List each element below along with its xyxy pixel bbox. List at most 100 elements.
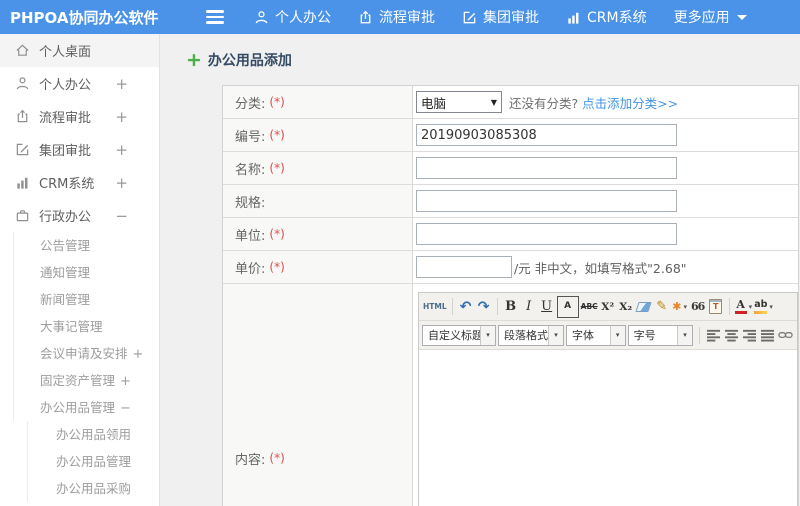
sidebar-item-notice-mgmt[interactable]: 通知管理 bbox=[14, 259, 159, 286]
strikethrough-button[interactable]: ABC bbox=[581, 297, 598, 317]
magic-icon: ✱ bbox=[672, 300, 682, 313]
expand-toggle[interactable]: + bbox=[115, 141, 128, 159]
superscript-button[interactable]: X² bbox=[600, 297, 616, 317]
form-row-code: 编号: (*) bbox=[223, 119, 798, 152]
bold-button[interactable]: B bbox=[503, 297, 519, 317]
name-input[interactable] bbox=[416, 157, 677, 179]
nav-label: CRM系统 bbox=[587, 10, 647, 26]
sidebar-item-personal-office[interactable]: 个人办公 + bbox=[0, 67, 159, 100]
nav-crm-system[interactable]: CRM系统 bbox=[566, 7, 647, 27]
insert-link-icon[interactable] bbox=[777, 325, 793, 345]
sidebar-item-label: 办公用品领用 bbox=[56, 427, 132, 442]
align-left-icon[interactable] bbox=[705, 325, 721, 345]
sidebar-item-meeting-mgmt[interactable]: 会议申请及安排 + bbox=[14, 340, 159, 367]
font-style-button[interactable]: A bbox=[556, 295, 579, 318]
content-value-cell: HTML ↶ ↷ B I U A ABC X² X₂ ✎ ✱ ▾ 66 T A … bbox=[413, 284, 798, 506]
price-input[interactable] bbox=[416, 256, 512, 278]
sidebar-item-label: 固定资产管理 bbox=[40, 373, 116, 388]
expand-toggle[interactable]: + bbox=[115, 108, 128, 126]
sidebar-item-group-approval[interactable]: 集团审批 + bbox=[0, 133, 159, 166]
font-family-select[interactable]: 字体 ▾ bbox=[566, 324, 626, 346]
caret-down-icon: ▾ bbox=[683, 302, 688, 311]
collapse-toggle[interactable]: − bbox=[115, 207, 128, 225]
form-row-price: 单价: (*) /元 非中文，如填写格式"2.68" bbox=[223, 251, 798, 284]
code-label: 编号: (*) bbox=[223, 119, 413, 151]
category-select[interactable]: 电脑 ▼ bbox=[416, 91, 502, 113]
sidebar-item-supplies-management[interactable]: 办公用品管理 bbox=[28, 448, 159, 475]
sidebar-menu: 个人桌面 个人办公 + 流程审批 + 集团审批 + CRM系统 + 行政办公 − bbox=[0, 34, 159, 232]
sidebar-item-fixed-assets-mgmt[interactable]: 固定资产管理 + bbox=[14, 367, 159, 394]
spec-input[interactable] bbox=[416, 190, 677, 212]
sidebar-item-supplies-requisition[interactable]: 办公用品领用 bbox=[28, 421, 159, 448]
nav-group-approval[interactable]: 集团审批 bbox=[462, 7, 539, 27]
code-input[interactable] bbox=[416, 124, 677, 146]
sidebar-item-crm[interactable]: CRM系统 + bbox=[0, 166, 159, 199]
sidebar-item-announcement-mgmt[interactable]: 公告管理 bbox=[14, 232, 159, 259]
align-right-icon[interactable] bbox=[741, 325, 757, 345]
category-label: 分类: (*) bbox=[223, 86, 413, 118]
sidebar-item-label: 办公用品管理 bbox=[56, 454, 132, 469]
collapse-toggle[interactable]: − bbox=[120, 401, 131, 416]
sidebar-item-memorabilia-mgmt[interactable]: 大事记管理 bbox=[14, 313, 159, 340]
editor-toolbar-row1: HTML ↶ ↷ B I U A ABC X² X₂ ✎ ✱ ▾ 66 T A … bbox=[419, 293, 797, 321]
form-row-content: 内容: (*) HTML ↶ ↷ B I U A ABC X² X₂ ✎ ✱ ▾… bbox=[223, 284, 798, 506]
undo-icon[interactable]: ↶ bbox=[458, 297, 474, 317]
top-navigation: 个人办公 流程审批 集团审批 CRM系统 更多应用 bbox=[254, 7, 774, 27]
expand-toggle[interactable]: + bbox=[133, 347, 144, 362]
expand-toggle[interactable]: + bbox=[120, 374, 131, 389]
briefcase-icon bbox=[14, 208, 31, 223]
redo-icon[interactable]: ↷ bbox=[476, 297, 492, 317]
sidebar-item-news-mgmt[interactable]: 新闻管理 bbox=[14, 286, 159, 313]
dropdown-label: 段落格式 bbox=[504, 329, 548, 342]
price-label: 单价: (*) bbox=[223, 251, 413, 283]
toolbar-separator bbox=[728, 298, 730, 315]
sidebar-item-desktop[interactable]: 个人桌面 bbox=[0, 34, 159, 67]
font-color-button[interactable]: A ▾ bbox=[734, 297, 752, 317]
remove-format-button[interactable] bbox=[635, 297, 652, 317]
editor-content-area[interactable] bbox=[419, 350, 797, 506]
source-code-button[interactable]: HTML bbox=[423, 297, 447, 317]
paragraph-format-select[interactable]: 段落格式 ▾ bbox=[498, 324, 564, 346]
paste-as-text-button[interactable]: T bbox=[708, 297, 724, 317]
expand-toggle[interactable]: + bbox=[115, 75, 128, 93]
nav-personal-office[interactable]: 个人办公 bbox=[254, 7, 331, 27]
office-supplies-submenu: 办公用品领用 办公用品管理 办公用品采购 bbox=[27, 421, 159, 502]
toolbar-separator bbox=[496, 298, 498, 315]
toolbar-separator bbox=[451, 298, 453, 315]
format-brush-icon[interactable]: ✎ bbox=[654, 297, 670, 317]
font-size-select[interactable]: 字号 ▾ bbox=[627, 324, 694, 346]
nav-more-apps[interactable]: 更多应用 bbox=[674, 7, 747, 27]
unit-input[interactable] bbox=[416, 223, 677, 245]
expand-toggle[interactable]: + bbox=[115, 174, 128, 192]
sidebar-item-supplies-purchase[interactable]: 办公用品采购 bbox=[28, 475, 159, 502]
app-window: PHPOA协同办公软件 个人办公 流程审批 集团审批 CRM系统 更多应用 个人… bbox=[0, 0, 800, 506]
label-text: 内容: bbox=[235, 452, 266, 468]
nav-label: 集团审批 bbox=[483, 10, 539, 26]
form-row-spec: 规格: bbox=[223, 185, 798, 218]
toolbar-separator bbox=[699, 326, 700, 344]
label-text: 分类: bbox=[235, 96, 266, 112]
category-value-cell: 电脑 ▼ 还没有分类? 点击添加分类>> bbox=[413, 86, 798, 118]
sidebar-item-label: 行政办公 bbox=[39, 210, 92, 225]
blockquote-button[interactable]: 66 bbox=[690, 297, 706, 317]
underline-button[interactable]: U bbox=[539, 297, 555, 317]
custom-heading-select[interactable]: 自定义标题 ▾ bbox=[422, 324, 496, 346]
italic-button[interactable]: I bbox=[521, 297, 537, 317]
clipboard-icon: T bbox=[709, 299, 723, 314]
sidebar-item-workflow-approval[interactable]: 流程审批 + bbox=[0, 100, 159, 133]
add-category-link[interactable]: 点击添加分类>> bbox=[582, 93, 678, 112]
align-center-icon[interactable] bbox=[723, 325, 739, 345]
nav-workflow-approval[interactable]: 流程审批 bbox=[358, 7, 435, 27]
spec-label: 规格: bbox=[223, 185, 413, 217]
auto-typeset-button[interactable]: ✱ ▾ bbox=[672, 297, 688, 317]
label-text: 规格: bbox=[235, 195, 266, 211]
sidebar-item-office-supplies-mgmt[interactable]: 办公用品管理 − bbox=[14, 394, 159, 421]
highlight-color-button[interactable]: ab ▾ bbox=[754, 297, 773, 317]
sidebar-item-label: 公告管理 bbox=[40, 238, 91, 253]
subscript-button[interactable]: X₂ bbox=[618, 297, 634, 317]
align-justify-icon[interactable] bbox=[759, 325, 775, 345]
sidebar-item-label: 个人办公 bbox=[39, 78, 92, 93]
sidebar-item-admin-office[interactable]: 行政办公 − bbox=[0, 199, 159, 232]
hamburger-icon[interactable] bbox=[206, 10, 226, 24]
person-icon bbox=[254, 10, 269, 25]
